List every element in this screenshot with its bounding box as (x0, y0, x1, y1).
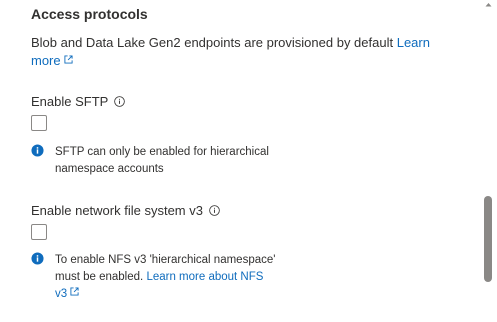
learn-more-nfs-link[interactable]: Learn more about NFS (146, 271, 263, 283)
enable-sftp-checkbox[interactable] (31, 115, 47, 131)
sftp-field-label: Enable SFTP (31, 94, 126, 109)
description-text: Blob and Data Lake Gen2 endpoints are pr… (31, 35, 394, 50)
learn-more-nfs-tail-label: v3 (55, 288, 68, 300)
nfs-field-label: Enable network file system v3 (31, 203, 220, 218)
external-link-icon (70, 287, 79, 296)
nfs-info-line-2: must be enabled. Learn more about NFS (55, 269, 325, 286)
sftp-info-text: SFTP can only be enabled for hierarchica… (55, 144, 325, 178)
sftp-info-line-1: SFTP can only be enabled for hierarchica… (55, 146, 269, 158)
section-title: Access protocols (31, 6, 148, 22)
info-icon[interactable] (209, 205, 220, 216)
nfs-info-line-3: v3 (55, 286, 325, 303)
section-description: Blob and Data Lake Gen2 endpoints are pr… (31, 34, 451, 70)
enable-nfs-v3-checkbox[interactable] (31, 224, 47, 240)
scroll-up-arrow-icon[interactable] (485, 2, 492, 7)
scrollbar-thumb[interactable] (484, 196, 492, 282)
nfs-info-line-2-text: must be enabled. (55, 271, 144, 283)
sftp-label: Enable SFTP (31, 94, 109, 109)
info-filled-icon (31, 252, 44, 265)
nfs-label: Enable network file system v3 (31, 203, 203, 218)
learn-more-nfs-link-tail[interactable]: v3 (55, 287, 79, 300)
sftp-info-line-2: namespace accounts (55, 163, 164, 175)
learn-more-nfs-label: Learn more about NFS (146, 271, 264, 283)
nfs-info-text: To enable NFS v3 'hierarchical namespace… (55, 252, 325, 303)
info-filled-icon (31, 144, 44, 157)
info-icon[interactable] (114, 96, 126, 107)
nfs-info-line-1: To enable NFS v3 'hierarchical namespace… (55, 254, 276, 266)
external-link-icon (64, 55, 73, 64)
access-protocols-panel: Access protocols Blob and Data Lake Gen2… (0, 0, 497, 322)
